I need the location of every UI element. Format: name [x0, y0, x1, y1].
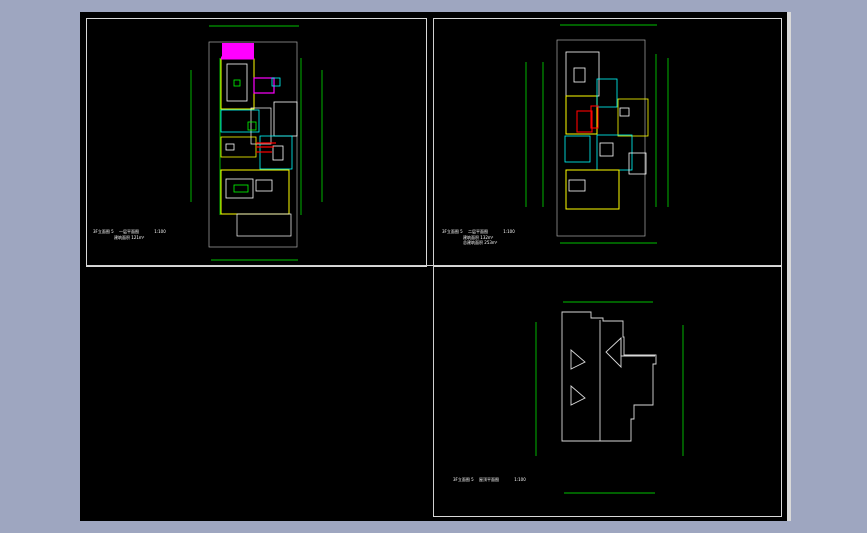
- drawing-layer: [80, 12, 787, 521]
- floor-plan-2: [525, 24, 669, 244]
- roof-plan: [535, 301, 684, 494]
- sheet2-area2: 总建筑面积 253m²: [463, 240, 497, 245]
- sheet1-label-scale: 1:100: [154, 229, 166, 234]
- sheet3-label-left: 3F立面图 5: [453, 477, 474, 482]
- sheet3-label-scale: 1:100: [514, 477, 526, 482]
- sheet1-label-left: 3F立面图 5: [93, 229, 114, 234]
- sheet3-label-mid: 屋顶平面图: [478, 477, 499, 482]
- sheet1-label-mid: 一层平面图: [118, 229, 139, 234]
- sheet1-area: 建筑面积 121m²: [114, 235, 144, 240]
- drawing-canvas[interactable]: 3F立面图 5 一层平面图 1:100 建筑面积 121m² 3F立面图 5 二…: [80, 12, 791, 521]
- sheet1-area-text: 建筑面积 121m²: [114, 235, 145, 240]
- sheet3-label: 3F立面图 5 屋顶平面图 1:100: [453, 477, 526, 482]
- sheet2-area2-text: 总建筑面积 253m²: [463, 240, 498, 245]
- sheet2-label-mid: 二层平面图: [467, 229, 488, 234]
- floor-plan-1: [190, 25, 323, 261]
- cad-workspace: 3F立面图 5 一层平面图 1:100 建筑面积 121m² 3F立面图 5 二…: [0, 0, 867, 533]
- sheet2-label-scale: 1:100: [503, 229, 515, 234]
- sheet1-label: 3F立面图 5 一层平面图 1:100: [93, 229, 166, 234]
- sheet2-label-left: 3F立面图 5: [442, 229, 463, 234]
- sheet2-label: 3F立面图 5 二层平面图 1:100: [442, 229, 515, 234]
